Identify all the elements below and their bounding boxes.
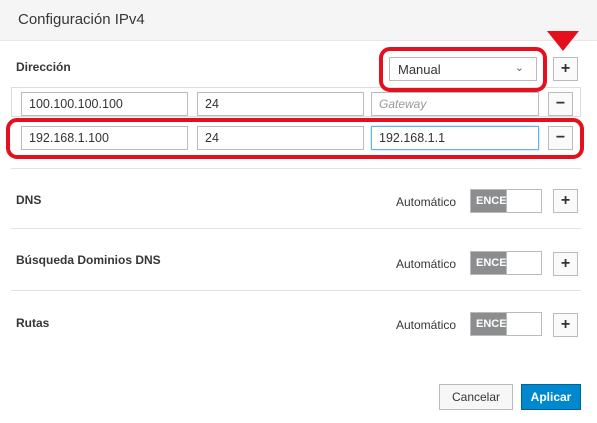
annotation-arrow-icon (547, 31, 579, 51)
add-route-button[interactable]: + (553, 313, 578, 337)
divider (11, 168, 581, 169)
toggle-on-text: ENCENDIDO (471, 252, 507, 274)
plus-icon: + (560, 60, 571, 77)
dns-auto-toggle[interactable]: ENCENDIDO (470, 189, 542, 213)
gateway-input[interactable]: 192.168.1.1 (371, 126, 539, 150)
routes-section-label: Rutas (16, 316, 50, 330)
search-domains-auto-label: Automático (396, 257, 457, 271)
add-dns-button[interactable]: + (553, 189, 578, 213)
apply-button[interactable]: Aplicar (521, 384, 581, 410)
address-input[interactable]: 192.168.1.100 (21, 126, 188, 150)
dialog-title: Configuración IPv4 (18, 11, 145, 28)
plus-icon: + (560, 192, 571, 209)
add-address-button[interactable]: + (553, 57, 578, 81)
chevron-down-icon: ⌄ (514, 62, 524, 74)
minus-icon: − (555, 129, 566, 146)
plus-icon: + (560, 255, 571, 272)
toggle-knob (506, 190, 541, 212)
prefix-input[interactable]: 24 (197, 92, 364, 116)
gateway-input[interactable]: Gateway (371, 92, 539, 116)
toggle-knob (506, 313, 541, 335)
remove-address-button[interactable]: − (548, 92, 573, 116)
toggle-knob (506, 252, 541, 274)
dns-section-label: DNS (16, 193, 42, 207)
cancel-button[interactable]: Cancelar (439, 384, 513, 410)
address-method-value: Manual (398, 62, 441, 77)
toggle-on-text: ENCENDIDO (471, 313, 507, 335)
address-input[interactable]: 100.100.100.100 (21, 92, 188, 116)
dns-auto-label: Automático (396, 195, 457, 209)
address-section-label: Dirección (16, 60, 71, 74)
address-method-select[interactable]: Manual ⌄ (389, 57, 537, 81)
toggle-on-text: ENCENDIDO (471, 190, 507, 212)
divider (11, 290, 581, 291)
routes-auto-label: Automático (396, 318, 457, 332)
minus-icon: − (555, 95, 566, 112)
routes-auto-toggle[interactable]: ENCENDIDO (470, 312, 542, 336)
plus-icon: + (560, 316, 571, 333)
search-domains-auto-toggle[interactable]: ENCENDIDO (470, 251, 542, 275)
prefix-input[interactable]: 24 (197, 126, 364, 150)
add-search-domain-button[interactable]: + (553, 252, 578, 276)
search-domains-section-label: Búsqueda Dominios DNS (16, 253, 161, 267)
divider (11, 228, 581, 229)
dialog-header: Configuración IPv4 (0, 0, 597, 41)
remove-address-button[interactable]: − (548, 126, 573, 150)
